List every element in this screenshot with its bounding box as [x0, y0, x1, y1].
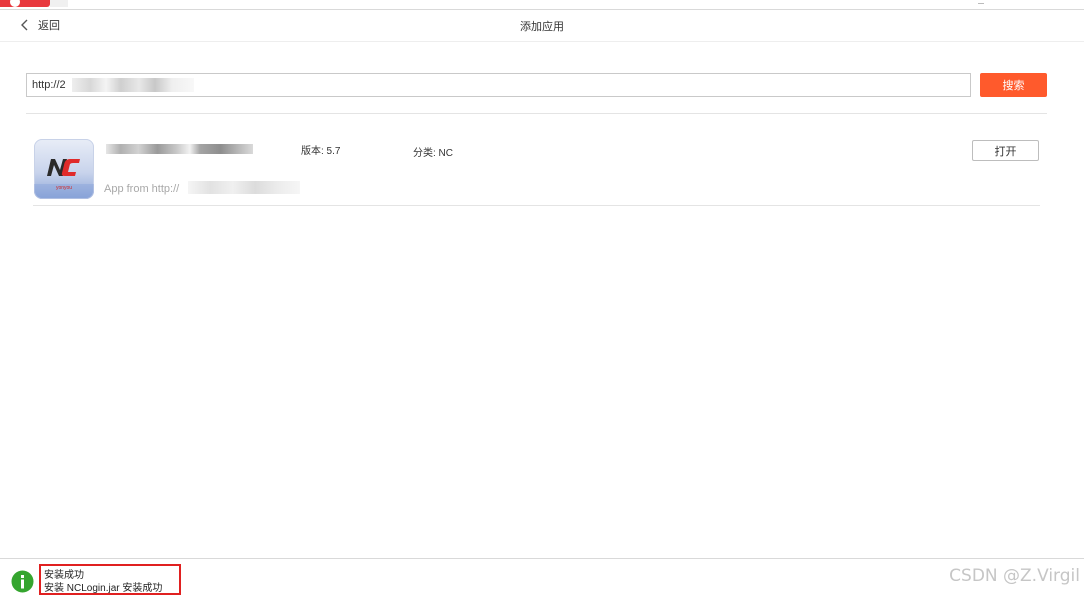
window-top-strip — [0, 0, 1084, 10]
open-app-button[interactable]: 打开 — [972, 140, 1039, 161]
page-title: 添加应用 — [520, 21, 564, 33]
app-source-text: App from http:// — [104, 183, 180, 195]
app-icon-brand: yonyou — [56, 185, 72, 191]
nc-app-logo-icon: yonyou — [34, 139, 94, 199]
info-circle-icon — [11, 570, 34, 593]
inactive-tab[interactable] — [50, 0, 68, 7]
status-line-title: 安装成功 — [44, 570, 84, 581]
section-divider — [26, 113, 1047, 114]
watermark: CSDN @Z.Virgil — [949, 566, 1080, 586]
app-category: 分类: NC — [413, 148, 453, 159]
status-bar: 安装成功 安装 NCLogin.jar 安装成功 CSDN @Z.Virgil — [0, 558, 1084, 595]
search-button[interactable]: 搜索 — [980, 73, 1047, 97]
app-version: 版本: 5.7 — [301, 146, 341, 157]
url-search-input[interactable] — [26, 73, 971, 97]
app-source-redaction — [188, 181, 300, 194]
window-control-mark — [978, 0, 984, 4]
app-list-item: yonyou 版本: 5.7 分类: NC App from http:// 打… — [33, 130, 1040, 206]
install-status-message: 安装成功 安装 NCLogin.jar 安装成功 — [39, 564, 181, 595]
app-tab-logo-icon — [10, 0, 20, 7]
page-header: 返回 添加应用 — [0, 10, 1084, 42]
app-name-redaction — [106, 144, 253, 154]
status-line-detail: 安装 NCLogin.jar 安装成功 — [44, 583, 163, 594]
active-app-tab[interactable] — [0, 0, 50, 7]
